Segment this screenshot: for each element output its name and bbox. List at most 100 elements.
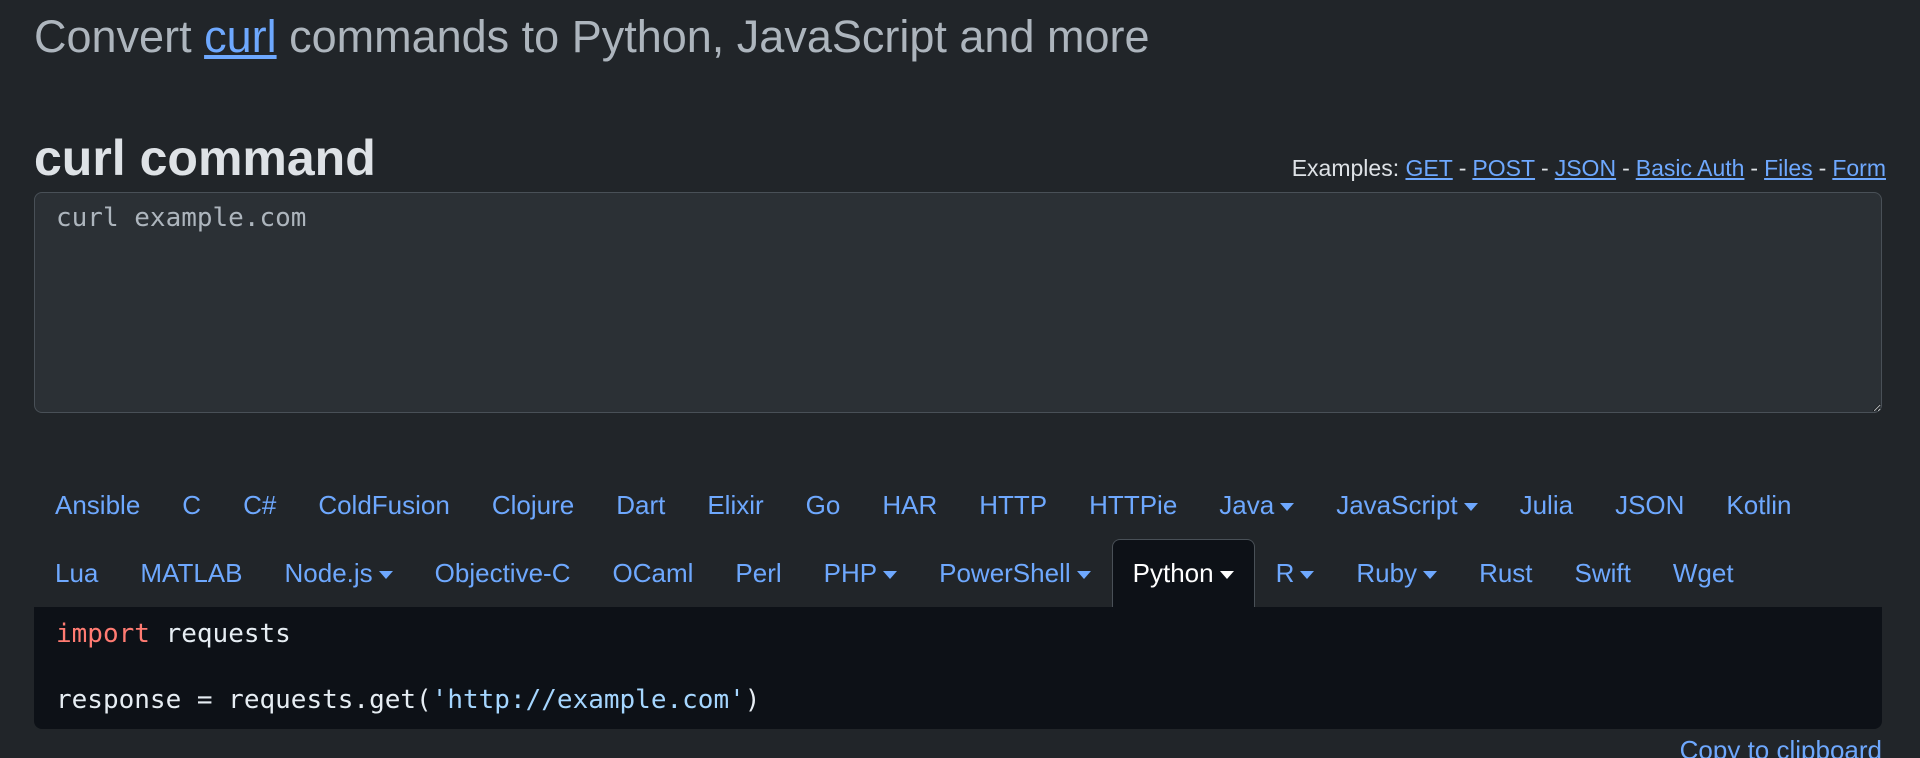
tab-har[interactable]: HAR [861, 471, 958, 539]
tab-label: Node.js [284, 558, 373, 588]
tab-label: Swift [1574, 558, 1631, 588]
language-tab-row-1: Ansible C C# ColdFusion Clojure Dart Elixir Go H… [34, 471, 1882, 539]
curl-command-title: curl command [34, 130, 376, 186]
generated-code: import requests response = requests.get(… [34, 607, 1882, 729]
tab-label: Rust [1479, 558, 1533, 588]
tab-swift[interactable]: Swift [1554, 539, 1652, 607]
example-basic-auth-link[interactable]: Basic Auth [1636, 155, 1745, 181]
language-tabs: Ansible C C# ColdFusion Clojure Dart Elixir Go H… [34, 471, 1882, 607]
tab-lua[interactable]: Lua [34, 539, 119, 607]
tab-matlab[interactable]: MATLAB [119, 539, 263, 607]
tab-label: MATLAB [140, 558, 243, 588]
tab-php[interactable]: PHP [803, 539, 918, 607]
tab-label: HTTPie [1089, 490, 1178, 520]
tab-coldfusion[interactable]: ColdFusion [297, 471, 471, 539]
tab-label: OCaml [612, 558, 694, 588]
tab-label: Objective-C [434, 558, 571, 588]
tab-json[interactable]: JSON [1594, 471, 1705, 539]
tab-label: PHP [823, 558, 878, 588]
tab-python[interactable]: Python [1111, 539, 1255, 607]
tab-label: Lua [55, 558, 99, 588]
tab-http[interactable]: HTTP [958, 471, 1068, 539]
examples-separator: - [1750, 155, 1759, 181]
example-json-link[interactable]: JSON [1555, 155, 1616, 181]
tab-label: Ansible [55, 490, 141, 520]
tab-httpie[interactable]: HTTPie [1068, 471, 1198, 539]
tab-label: Dart [616, 490, 666, 520]
example-form-link[interactable]: Form [1832, 155, 1886, 181]
tab-label: HTTP [979, 490, 1048, 520]
tab-java[interactable]: Java [1198, 471, 1315, 539]
curl-command-header: curl command Examples: GET - POST - JSON - Bas… [34, 100, 1886, 190]
tab-label: JavaScript [1336, 490, 1458, 520]
tab-node-js[interactable]: Node.js [264, 539, 414, 607]
code-import-keyword: import [56, 619, 150, 649]
caret-down-icon [1300, 570, 1315, 579]
caret-down-icon [378, 570, 393, 579]
tab-label: C [182, 490, 202, 520]
code-import-module: requests [149, 619, 291, 649]
curl-command-input[interactable] [34, 192, 1882, 413]
caret-down-icon [1280, 502, 1295, 511]
code-response-suffix: ) [744, 685, 761, 715]
page: Convert curl commands to Python, JavaScr… [0, 0, 1920, 758]
tab-label: Java [1219, 490, 1275, 520]
tab-label: Kotlin [1726, 490, 1792, 520]
tab-label: Wget [1672, 558, 1734, 588]
tab-r[interactable]: R [1255, 539, 1336, 607]
tab-label: JSON [1615, 490, 1685, 520]
examples-separator: - [1541, 155, 1549, 181]
caret-down-icon [1219, 570, 1234, 579]
example-post-link[interactable]: POST [1472, 155, 1535, 181]
caret-down-icon [1076, 570, 1091, 579]
tab-wget[interactable]: Wget [1652, 539, 1755, 607]
code-response-prefix: response = requests.get( [56, 685, 432, 715]
tab-clojure[interactable]: Clojure [471, 471, 595, 539]
tab-elixir[interactable]: Elixir [686, 471, 784, 539]
tab-powershell[interactable]: PowerShell [918, 539, 1112, 607]
tab-label: ColdFusion [318, 490, 450, 520]
heading-suffix: commands to Python, JavaScript and more [276, 11, 1150, 62]
examples-label: Examples: [1291, 155, 1400, 181]
tab-label: HAR [882, 490, 938, 520]
examples-separator: - [1818, 155, 1827, 181]
heading-prefix: Convert [34, 11, 205, 62]
examples-separator: - [1458, 155, 1467, 181]
examples-bar: Examples: GET - POST - JSON - Basic Auth - Files… [1292, 155, 1886, 190]
language-tab-row-2: Lua MATLAB Node.js Objective-C OCaml Perl PHP P… [34, 539, 1882, 607]
tab-label: Go [805, 490, 841, 520]
tab-label: PowerShell [939, 558, 1071, 588]
tab-label: Ruby [1356, 558, 1418, 588]
tab-objective-c[interactable]: Objective-C [414, 539, 592, 607]
tab-label: Julia [1519, 490, 1574, 520]
tab-julia[interactable]: Julia [1499, 471, 1594, 539]
tab-csharp[interactable]: C# [222, 471, 297, 539]
caret-down-icon [1423, 570, 1438, 579]
tab-javascript[interactable]: JavaScript [1315, 471, 1498, 539]
tab-label: C# [243, 490, 277, 520]
page-heading: Convert curl commands to Python, JavaScr… [34, 0, 1886, 76]
caret-down-icon [1463, 502, 1478, 511]
tab-label: Clojure [491, 490, 575, 520]
tab-label: Perl [735, 558, 782, 588]
tab-label: Elixir [707, 490, 764, 520]
curl-link[interactable]: curl [204, 11, 277, 62]
example-get-link[interactable]: GET [1405, 155, 1452, 181]
tab-ruby[interactable]: Ruby [1335, 539, 1458, 607]
tab-label: R [1275, 558, 1295, 588]
examples-separator: - [1622, 155, 1630, 181]
tab-perl[interactable]: Perl [714, 539, 802, 607]
copy-to-clipboard-link[interactable]: Copy to clipboard [1680, 735, 1882, 758]
tab-rust[interactable]: Rust [1458, 539, 1553, 607]
code-url-string: 'http://example.com' [431, 685, 745, 715]
tab-c[interactable]: C [161, 471, 222, 539]
tab-ocaml[interactable]: OCaml [591, 539, 714, 607]
tab-dart[interactable]: Dart [595, 471, 686, 539]
caret-down-icon [883, 570, 898, 579]
tab-label: Python [1132, 558, 1214, 588]
tab-go[interactable]: Go [785, 471, 862, 539]
tab-ansible[interactable]: Ansible [34, 471, 161, 539]
copy-row: Copy to clipboard [34, 735, 1882, 758]
example-files-link[interactable]: Files [1764, 155, 1813, 181]
tab-kotlin[interactable]: Kotlin [1705, 471, 1812, 539]
